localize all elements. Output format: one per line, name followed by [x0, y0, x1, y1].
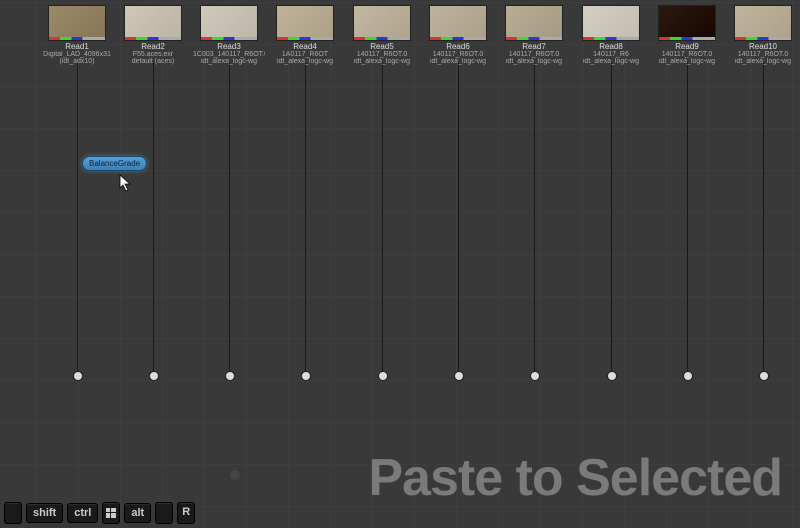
node-connection-wire [763, 62, 764, 375]
node-connection-wire [153, 62, 154, 375]
cursor-icon [119, 174, 133, 192]
read-node-thumbnail [124, 5, 182, 41]
read-node[interactable]: Read2F55.aces.exrdefault (aces) [124, 5, 182, 65]
read-node-thumbnail [734, 5, 792, 41]
read-node-thumbnail [353, 5, 411, 41]
read-node-label: Read3 [217, 42, 241, 51]
balance-grade-node[interactable]: BalanceGrade [82, 156, 147, 171]
read-node-filename: 140117_R6OT.0 [433, 51, 483, 58]
read-node-colorspace: idt_alexa_logc-wg [735, 58, 791, 65]
read-node-label: Read2 [141, 42, 165, 51]
read-node-colorspace: (idt_adx10) [59, 58, 94, 65]
shift-key-indicator: shift [26, 503, 63, 523]
watermark-text: Paste to Selected [368, 448, 782, 508]
node-connection-wire [305, 62, 306, 375]
read-node-filename: Digital_LAD_4096x31 [43, 51, 111, 58]
watermark-bullet-icon [230, 470, 240, 480]
blank-key-indicator [4, 502, 22, 524]
read-node[interactable]: Read9140117_R6OT.0idt_alexa_logc-wg [658, 5, 716, 65]
read-node-thumbnail [276, 5, 334, 41]
read-node-thumbnail [200, 5, 258, 41]
blank-key-indicator-2 [155, 502, 173, 524]
read-node-thumbnail [429, 5, 487, 41]
ctrl-key-indicator: ctrl [67, 503, 98, 523]
read-node-filename: 140117_R6OT.0 [509, 51, 559, 58]
node-connection-wire [687, 62, 688, 375]
read-node-label: Read9 [675, 42, 699, 51]
read-node-colorspace: idt_alexa_logc-wg [506, 58, 562, 65]
read-node-label: Read6 [446, 42, 470, 51]
alt-key-indicator: alt [124, 503, 151, 523]
read-node-colorspace: idt_alexa_logc-wg [659, 58, 715, 65]
read-node[interactable]: Read41A0117_R6OTidt_alexa_logc-wg [276, 5, 334, 65]
node-connection-wire [458, 62, 459, 375]
read-node-colorspace: idt_alexa_logc-wg [201, 58, 257, 65]
read-node-label: Read10 [749, 42, 777, 51]
node-connection-wire [611, 62, 612, 375]
read-node-filename: 140117_R6OT.0 [357, 51, 407, 58]
read-node-filename: 140117_R6OT.0 [738, 51, 788, 58]
windows-key-indicator [102, 502, 120, 524]
read-node-colorspace: idt_alexa_logc-wg [354, 58, 410, 65]
read-node-colorspace: idt_alexa_logc-wg [583, 58, 639, 65]
read-node-thumbnail [505, 5, 563, 41]
read-node-filename: 140117_R6 [593, 51, 629, 58]
read-node-filename: 1A0117_R6OT [282, 51, 328, 58]
read-node-colorspace: default (aces) [132, 58, 174, 65]
read-node-colorspace: idt_alexa_logc-wg [277, 58, 333, 65]
read-node[interactable]: Read31C003_140117_R6OT.0idt_alexa_logc-w… [200, 5, 258, 65]
read-node-thumbnail [48, 5, 106, 41]
read-node[interactable]: Read10140117_R6OT.0idt_alexa_logc-wg [734, 5, 792, 65]
read-node[interactable]: Read7140117_R6OT.0idt_alexa_logc-wg [505, 5, 563, 65]
read-node[interactable]: Read6140117_R6OT.0idt_alexa_logc-wg [429, 5, 487, 65]
read-node-filename: 1C003_140117_R6OT.0 [193, 51, 265, 58]
read-node-colorspace: idt_alexa_logc-wg [430, 58, 486, 65]
read-node-label: Read7 [522, 42, 546, 51]
read-node[interactable]: Read1Digital_LAD_4096x31(idt_adx10) [48, 5, 106, 65]
read-node-label: Read8 [599, 42, 623, 51]
read-node-filename: 140117_R6OT.0 [662, 51, 712, 58]
read-node[interactable]: Read8140117_R6idt_alexa_logc-wg [582, 5, 640, 65]
node-connection-wire [382, 62, 383, 375]
read-node[interactable]: Read5140117_R6OT.0idt_alexa_logc-wg [353, 5, 411, 65]
read-node-thumbnail [658, 5, 716, 41]
read-node-filename: F55.aces.exr [133, 51, 173, 58]
read-node-label: Read5 [370, 42, 394, 51]
node-connection-wire [229, 62, 230, 375]
read-node-thumbnail [582, 5, 640, 41]
read-node-label: Read1 [65, 42, 89, 51]
node-graph-canvas[interactable]: Read1Digital_LAD_4096x31(idt_adx10) Read2… [0, 0, 800, 528]
node-connection-wire [534, 62, 535, 375]
node-connection-wire [77, 62, 78, 375]
modifier-key-bar: shift ctrl alt R [4, 502, 195, 524]
r-key-indicator: R [177, 502, 195, 524]
read-node-label: Read4 [293, 42, 317, 51]
balance-grade-label: BalanceGrade [89, 159, 140, 168]
